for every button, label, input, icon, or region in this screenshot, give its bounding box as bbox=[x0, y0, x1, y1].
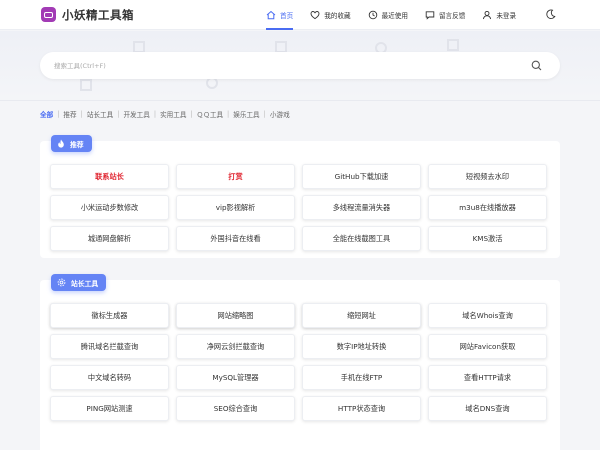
nav-favorites-label: 我的收藏 bbox=[324, 12, 351, 20]
tool-button[interactable]: 城通网盘解析 bbox=[50, 226, 169, 251]
category-separator: | bbox=[190, 109, 193, 118]
tool-button[interactable]: HTTP状态查询 bbox=[302, 396, 421, 421]
tool-button[interactable]: 短视频去水印 bbox=[428, 164, 547, 189]
site-logo[interactable]: 小妖精工具箱 bbox=[41, 7, 134, 23]
category-tab[interactable]: 开发工具 bbox=[123, 109, 149, 119]
panel-title-webmaster: 站长工具 bbox=[51, 274, 107, 291]
nav-home[interactable]: 首页 bbox=[266, 0, 294, 30]
category-tab[interactable]: 实用工具 bbox=[160, 109, 186, 119]
category-tab[interactable]: 小游戏 bbox=[270, 109, 290, 119]
tool-button[interactable]: MySQL管理器 bbox=[176, 365, 295, 390]
message-icon bbox=[425, 11, 435, 20]
tool-button[interactable]: SEO综合查询 bbox=[176, 396, 295, 421]
nav-login[interactable]: 未登录 bbox=[482, 0, 516, 30]
category-separator: | bbox=[227, 109, 230, 118]
nav-feedback[interactable]: 留言反馈 bbox=[425, 0, 465, 30]
nav-recent-label: 最近使用 bbox=[381, 12, 408, 20]
main-nav: 首页 我的收藏 最近使用 留言反馈 未登录 bbox=[266, 0, 533, 30]
panel-title-label: 站长工具 bbox=[71, 279, 99, 288]
tool-button[interactable]: 腾讯域名拦截查询 bbox=[50, 334, 169, 359]
category-separator: | bbox=[263, 109, 266, 118]
history-icon bbox=[368, 10, 377, 20]
category-tab[interactable]: 娱乐工具 bbox=[233, 109, 259, 119]
tool-button[interactable]: PING网站测速 bbox=[50, 396, 169, 421]
category-bar: 全部 | 推荐 | 站长工具 | 开发工具 | 实用工具 | ＱＱ工具 | 娱乐工具 | 小游戏 bbox=[0, 100, 600, 126]
tool-button[interactable]: 域名DNS查询 bbox=[428, 396, 547, 421]
tool-button[interactable]: vip影视解析 bbox=[176, 195, 295, 220]
nav-login-label: 未登录 bbox=[496, 12, 517, 20]
tool-button[interactable]: GitHub下载加速 bbox=[302, 164, 421, 189]
tool-button[interactable]: 全能在线截图工具 bbox=[302, 226, 421, 251]
nav-favorites[interactable]: 我的收藏 bbox=[310, 0, 351, 30]
tool-button[interactable]: 缩短网址 bbox=[302, 303, 421, 328]
tool-button[interactable]: 打赏 bbox=[176, 164, 295, 189]
tool-button[interactable]: 小米运动步数修改 bbox=[50, 195, 169, 220]
tool-button[interactable]: 中文域名转码 bbox=[50, 365, 169, 390]
tool-button[interactable]: 徽标生成器 bbox=[50, 303, 169, 328]
fire-icon bbox=[58, 139, 64, 148]
tool-button[interactable]: 查看HTTP请求 bbox=[428, 365, 547, 390]
tool-button[interactable]: 手机在线FTP bbox=[302, 365, 421, 390]
category-tab[interactable]: 站长工具 bbox=[87, 109, 113, 119]
moon-icon[interactable] bbox=[545, 9, 556, 20]
gear-icon bbox=[57, 278, 66, 287]
panel-recommended: 推荐 联系站长 打赏 GitHub下载加速 短视频去水印小米运动步数修改 vip影视解析… bbox=[40, 135, 560, 258]
decoration-square bbox=[80, 79, 92, 91]
tool-button[interactable]: 网站Favicon获取 bbox=[428, 334, 547, 359]
tool-button[interactable]: 净网云剑拦截查询 bbox=[176, 334, 295, 359]
nav-home-label: 首页 bbox=[280, 12, 294, 20]
panel-title-label: 推荐 bbox=[70, 140, 84, 149]
tool-button[interactable]: 联系站长 bbox=[50, 164, 169, 189]
tool-button[interactable]: 数字IP地址转换 bbox=[302, 334, 421, 359]
category-separator: | bbox=[80, 109, 83, 118]
tool-button[interactable]: 网站缩略图 bbox=[176, 303, 295, 328]
category-separator: | bbox=[117, 109, 120, 118]
toolbox-logo-icon bbox=[41, 7, 56, 22]
tool-button[interactable]: KMS激活 bbox=[428, 226, 547, 251]
category-tab[interactable]: 全部 bbox=[40, 109, 53, 119]
tool-button[interactable]: 多线程流量消失器 bbox=[302, 195, 421, 220]
nav-feedback-label: 留言反馈 bbox=[438, 12, 466, 20]
search-box bbox=[40, 52, 560, 79]
site-title: 小妖精工具箱 bbox=[62, 7, 134, 22]
nav-recent[interactable]: 最近使用 bbox=[368, 0, 408, 30]
tool-button[interactable]: 外国抖音在线看 bbox=[176, 226, 295, 251]
category-separator: | bbox=[153, 109, 157, 118]
decoration-square bbox=[447, 39, 459, 51]
category-tab[interactable]: 推荐 bbox=[63, 109, 76, 119]
heart-icon bbox=[310, 11, 320, 20]
home-icon bbox=[266, 10, 276, 20]
panel-webmaster: 站长工具 网页源代码查看IP地址查询ICP备案查询域名Whois查询腾讯域名拦截… bbox=[40, 274, 560, 450]
panel-title-recommended: 推荐 bbox=[51, 135, 92, 152]
user-icon bbox=[483, 10, 492, 20]
search-input[interactable] bbox=[54, 61, 514, 70]
tool-button[interactable]: m3u8在线播放器 bbox=[428, 195, 547, 220]
search-icon[interactable] bbox=[531, 60, 542, 71]
category-tab[interactable]: ＱＱ工具 bbox=[197, 109, 223, 119]
tool-button[interactable]: 域名Whois查询 bbox=[428, 303, 547, 328]
top-header: 小妖精工具箱 首页 我的收藏 最近使用 留言反馈 未登录 bbox=[0, 0, 600, 30]
category-separator: | bbox=[57, 109, 60, 118]
